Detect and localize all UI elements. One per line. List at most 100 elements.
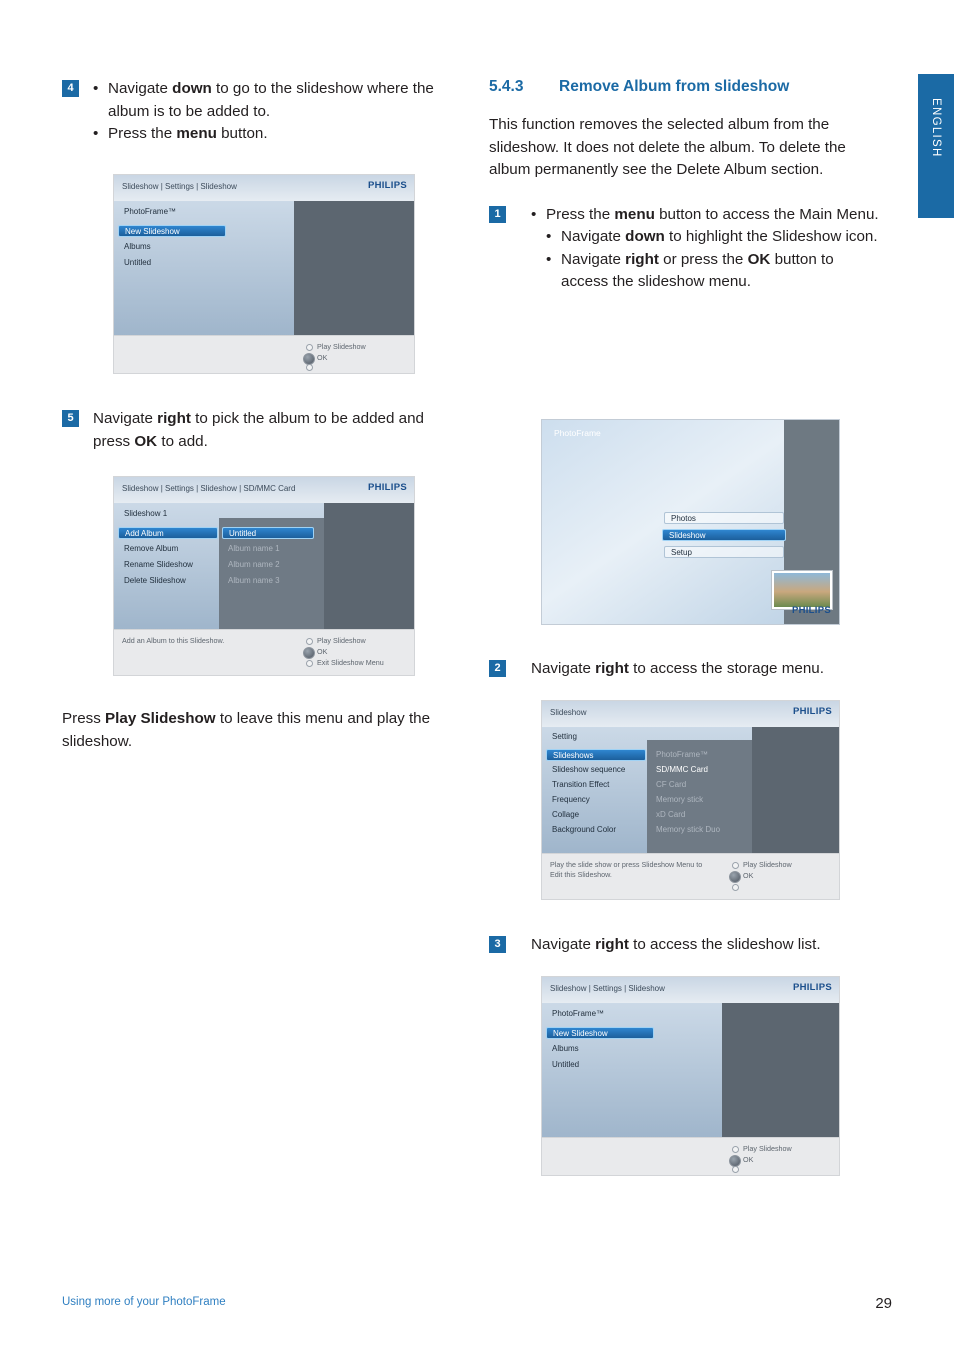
screen-submenu-item-album-2[interactable]: Album name 2 bbox=[222, 559, 280, 571]
footer-play-slideshow[interactable]: Play Slideshow bbox=[317, 342, 366, 352]
screen-titlebar: Slideshow | Settings | Slideshow PHILIPS bbox=[542, 977, 839, 1004]
screen-menu-item-new-slideshow[interactable]: New Slideshow bbox=[546, 1027, 654, 1039]
philips-logo: PHILIPS bbox=[792, 982, 832, 993]
footer-ok[interactable]: OK bbox=[743, 871, 753, 881]
philips-logo: PHILIPS bbox=[792, 706, 832, 717]
screen-menu-item-slideshow-sequence[interactable]: Slideshow sequence bbox=[546, 764, 625, 776]
footer-bullet-icon-2 bbox=[306, 660, 313, 667]
screen-preview-panel bbox=[722, 1003, 839, 1138]
screen-menu-item-background-color[interactable]: Background Color bbox=[546, 824, 616, 836]
screen-menu-item-remove-album[interactable]: Remove Album bbox=[118, 543, 178, 555]
footer-hint: Add an Album to this Slideshow. bbox=[122, 636, 225, 645]
screen-header-item: PhotoFrame™ bbox=[124, 207, 177, 216]
footer-bullet-icon bbox=[732, 862, 739, 869]
screen-submenu-item-memory-stick[interactable]: Memory stick bbox=[650, 794, 703, 806]
screenshot-storage-menu: Slideshow PHILIPS Setting Slideshows Sli… bbox=[541, 700, 840, 900]
screen-menu-item-transition-effect[interactable]: Transition Effect bbox=[546, 779, 609, 791]
screen-menu-item-untitled[interactable]: Untitled bbox=[546, 1059, 579, 1071]
screen-menu-item-photos[interactable]: Photos bbox=[664, 512, 784, 524]
language-tab-label: ENGLISH bbox=[930, 98, 942, 158]
screen-submenu-item-cf[interactable]: CF Card bbox=[650, 779, 686, 791]
screen-menu-item-rename-slideshow[interactable]: Rename Slideshow bbox=[118, 559, 193, 571]
footer-bullet-icon bbox=[732, 1146, 739, 1153]
screenshot-slideshow-list: Slideshow | Settings | Slideshow PHILIPS… bbox=[541, 976, 840, 1176]
step-1-number: 1 bbox=[489, 205, 506, 223]
screen-footer: Play Slideshow OK bbox=[542, 1137, 839, 1175]
screen-menu-item-setup[interactable]: Setup bbox=[664, 546, 784, 558]
screen-menu-item-albums[interactable]: Albums bbox=[546, 1043, 579, 1055]
screen-submenu-item-sd-mmc[interactable]: SD/MMC Card bbox=[650, 764, 708, 776]
right-column: 5.4.3 Remove Album from slideshow This f… bbox=[489, 78, 881, 1176]
screen-header-item: PhotoFrame bbox=[554, 428, 601, 438]
footer-play-slideshow[interactable]: Play Slideshow bbox=[743, 1144, 792, 1154]
screen-submenu-item-album-3[interactable]: Album name 3 bbox=[222, 575, 280, 587]
screen-preview-panel bbox=[294, 201, 414, 336]
screen-titlebar: Slideshow PHILIPS bbox=[542, 701, 839, 728]
screenshot-new-slideshow: Slideshow | Settings | Slideshow PHILIPS… bbox=[113, 174, 415, 374]
step-3-body: Navigate right to access the slideshow l… bbox=[531, 936, 821, 953]
screen-body: PhotoFrame™ New Slideshow Albums Untitle… bbox=[542, 1003, 839, 1138]
footer-ok[interactable]: OK bbox=[317, 647, 327, 657]
step-1-bullet-1: Press the menu button to access the Main… bbox=[531, 204, 881, 227]
step-4-body: Navigate down to go to the slideshow whe… bbox=[93, 78, 447, 146]
step-4-number: 4 bbox=[62, 80, 79, 97]
screen-preview-panel bbox=[752, 727, 839, 854]
screen-submenu-item-album-1[interactable]: Album name 1 bbox=[222, 543, 280, 555]
screen-body: Slideshow 1 Add Album Remove Album Renam… bbox=[114, 503, 414, 630]
screenshot-main-menu: PhotoFrame Photos Slideshow Setup PHILIP… bbox=[541, 419, 840, 625]
screen-submenu-item-untitled[interactable]: Untitled bbox=[222, 527, 314, 539]
screen-submenu-item-memory-stick-duo[interactable]: Memory stick Duo bbox=[650, 824, 720, 836]
footer-exit-slideshow-menu[interactable]: Exit Slideshow Menu bbox=[317, 658, 384, 668]
screen-menu-item-collage[interactable]: Collage bbox=[546, 809, 579, 821]
section-intro: This function removes the selected album… bbox=[489, 116, 846, 178]
screen-menu-item-untitled[interactable]: Untitled bbox=[118, 257, 151, 269]
screen-menu-item-slideshows[interactable]: Slideshows bbox=[546, 749, 646, 761]
step-2-number: 2 bbox=[489, 660, 506, 677]
step-5-number: 5 bbox=[62, 410, 79, 427]
footer-ok[interactable]: OK bbox=[743, 1155, 753, 1165]
step-1: 1 Press the menu button to access the Ma… bbox=[489, 204, 881, 294]
step-3-number: 3 bbox=[489, 936, 506, 953]
screen-menu-item-slideshow[interactable]: Slideshow bbox=[662, 529, 786, 541]
step-2-body: Navigate right to access the storage men… bbox=[531, 660, 824, 677]
screen-breadcrumb: Slideshow | Settings | Slideshow | SD/MM… bbox=[122, 484, 296, 493]
step-4-bullet-2: Press the menu button. bbox=[93, 123, 447, 146]
screen-breadcrumb: Slideshow | Settings | Slideshow bbox=[122, 182, 237, 191]
section-title: Remove Album from slideshow bbox=[559, 78, 790, 95]
screen-menu-item-add-album[interactable]: Add Album bbox=[118, 527, 218, 539]
step-1-bullet-2: Navigate down to highlight the Slideshow… bbox=[546, 226, 881, 249]
footer-ok[interactable]: OK bbox=[317, 353, 327, 363]
step-1-bullet-3: Navigate right or press the OK button to… bbox=[546, 249, 881, 294]
footer-bullet-icon-2 bbox=[732, 884, 739, 891]
photo-thumbnail-image bbox=[774, 573, 830, 607]
screen-titlebar: Slideshow | Settings | Slideshow PHILIPS bbox=[114, 175, 414, 202]
step-4: 4 Navigate down to go to the slideshow w… bbox=[62, 78, 447, 146]
step-4-bullet-1: Navigate down to go to the slideshow whe… bbox=[93, 78, 447, 123]
screen-preview-panel bbox=[324, 503, 414, 630]
ok-button-icon[interactable] bbox=[303, 647, 315, 659]
screen-menu-item-albums[interactable]: Albums bbox=[118, 241, 151, 253]
footer-section-label: Using more of your PhotoFrame bbox=[62, 1296, 226, 1308]
screen-header-item: Setting bbox=[552, 732, 577, 741]
footer-bullet-icon bbox=[306, 344, 313, 351]
step-3: 3 Navigate right to access the slideshow… bbox=[489, 934, 881, 957]
screen-header-item: PhotoFrame™ bbox=[552, 1009, 605, 1018]
screen-submenu-item-xd[interactable]: xD Card bbox=[650, 809, 685, 821]
footer-play-slideshow[interactable]: Play Slideshow bbox=[317, 636, 366, 646]
language-tab: ENGLISH bbox=[918, 74, 954, 218]
screen-submenu-item-photoframe[interactable]: PhotoFrame™ bbox=[650, 749, 708, 761]
ok-button-icon[interactable] bbox=[729, 871, 741, 883]
screen-menu-item-delete-slideshow[interactable]: Delete Slideshow bbox=[118, 575, 186, 587]
page-number: 29 bbox=[875, 1295, 892, 1312]
screen-body: Setting Slideshows Slideshow sequence Tr… bbox=[542, 727, 839, 854]
screen-menu-item-frequency[interactable]: Frequency bbox=[546, 794, 590, 806]
screen-footer: Play the slide show or press Slideshow M… bbox=[542, 853, 839, 899]
step-1-body: Press the menu button to access the Main… bbox=[531, 204, 881, 294]
screen-menu-item-new-slideshow[interactable]: New Slideshow bbox=[118, 225, 226, 237]
philips-logo: PHILIPS bbox=[367, 180, 407, 191]
screen-body: PhotoFrame™ New Slideshow Albums Untitle… bbox=[114, 201, 414, 336]
philips-logo: PHILIPS bbox=[367, 482, 407, 493]
screen-footer: Play Slideshow OK bbox=[114, 335, 414, 373]
footer-bullet-icon bbox=[306, 638, 313, 645]
footer-play-slideshow[interactable]: Play Slideshow bbox=[743, 860, 792, 870]
